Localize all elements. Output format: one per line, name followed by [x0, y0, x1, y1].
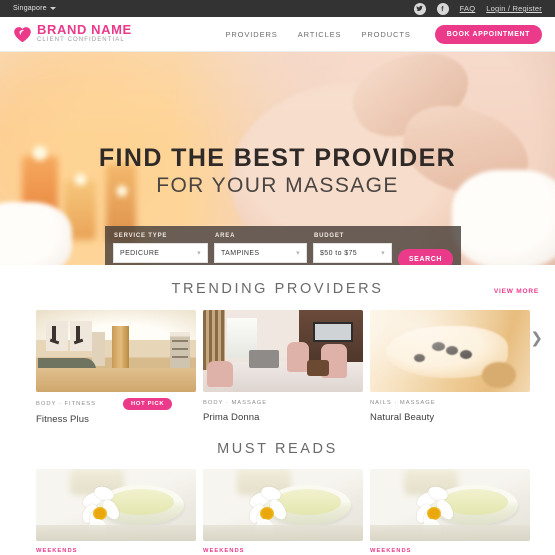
provider-thumbnail — [203, 310, 363, 392]
area-select[interactable]: TAMPINES ▾ — [214, 243, 307, 263]
provider-meta: BODY · FITNESS HOT PICK — [36, 398, 196, 410]
location-label: Singapore — [13, 5, 47, 12]
twitter-icon[interactable] — [413, 2, 426, 15]
article-list: WEEKENDS 10 Best Places To Go Pamper You… — [0, 457, 555, 555]
heart-icon — [13, 25, 32, 44]
hero-title: FIND THE BEST PROVIDER — [98, 144, 457, 172]
provider-thumbnail — [36, 310, 196, 392]
chevron-down-icon — [49, 7, 56, 10]
article-card[interactable]: WEEKENDS 10 Best Places To Go Pamper You… — [370, 469, 530, 555]
provider-category: BODY · FITNESS — [36, 401, 96, 407]
provider-thumbnail — [370, 310, 530, 392]
chevron-down-icon: ▾ — [197, 250, 201, 257]
brand-text: BRAND NAME CLIENT CONFIDENTIAL — [37, 23, 132, 45]
status-badge: HOT PICK — [122, 398, 173, 410]
nav-item-products[interactable]: PRODUCTS — [361, 30, 410, 39]
trending-section-header: TRENDING PROVIDERS VIEW MORE — [0, 265, 555, 297]
provider-name: Prima Donna — [203, 412, 260, 423]
budget-field: BUDGET $50 to $75 ▾ — [313, 233, 392, 263]
facebook-icon[interactable] — [436, 2, 449, 15]
area-field: AREA TAMPINES ▾ — [214, 233, 307, 263]
page-title: TRENDING PROVIDERS — [171, 281, 384, 297]
article-thumbnail — [203, 469, 363, 541]
chevron-right-icon[interactable]: ❯ — [530, 331, 543, 346]
view-more-link[interactable]: VIEW MORE — [494, 288, 539, 295]
search-button[interactable]: SEARCH — [398, 249, 453, 265]
provider-name: Natural Beauty — [370, 412, 435, 423]
book-appointment-button[interactable]: BOOK APPOINTMENT — [434, 24, 542, 44]
service-type-value: PEDICURE — [120, 249, 160, 257]
provider-carousel: ❮ BODY · FITNES — [0, 297, 555, 425]
provider-meta: NAILS · MASSAGE — [370, 398, 530, 408]
provider-card[interactable]: NAILS · MASSAGE Natural Beauty — [370, 310, 530, 425]
search-panel: SERVICE TYPE PEDICURE ▾ AREA TAMPINES ▾ … — [105, 226, 461, 265]
hero-subtitle: FOR YOUR MASSAGE — [156, 174, 399, 197]
topbar-right-group: FAQ Login / Register — [413, 2, 542, 15]
chevron-down-icon: ▾ — [381, 250, 385, 257]
budget-select[interactable]: $50 to $75 ▾ — [313, 243, 392, 263]
provider-category: NAILS · MASSAGE — [370, 400, 436, 406]
provider-category: BODY · MASSAGE — [203, 400, 268, 406]
brand-name: BRAND NAME — [37, 22, 132, 37]
site-header: BRAND NAME CLIENT CONFIDENTIAL PROVIDERS… — [0, 17, 555, 52]
login-register-link[interactable]: Login / Register — [486, 4, 542, 13]
service-type-select[interactable]: PEDICURE ▾ — [113, 243, 208, 263]
must-reads-section-header: MUST READS — [0, 425, 555, 457]
area-label: AREA — [215, 233, 236, 239]
article-card[interactable]: WEEKENDS 10 Best Places To Go Pamper You… — [36, 469, 196, 555]
budget-label: BUDGET — [314, 233, 345, 239]
nav-item-articles[interactable]: ARTICLES — [298, 30, 342, 39]
chevron-down-icon: ▾ — [296, 250, 300, 257]
area-value: TAMPINES — [221, 249, 260, 257]
page-title: MUST READS — [217, 441, 338, 457]
service-type-label: SERVICE TYPE — [114, 233, 168, 239]
service-type-field: SERVICE TYPE PEDICURE ▾ — [113, 233, 208, 263]
nav-item-providers[interactable]: PROVIDERS — [225, 30, 277, 39]
provider-name: Fitness Plus — [36, 414, 89, 425]
article-thumbnail — [36, 469, 196, 541]
budget-value: $50 to $75 — [320, 249, 358, 257]
top-utility-bar: Singapore FAQ Login / Register — [0, 0, 555, 17]
main-nav: PROVIDERS ARTICLES PRODUCTS BOOK APPOINT… — [225, 24, 542, 44]
brand-tagline: CLIENT CONFIDENTIAL — [37, 37, 125, 43]
location-selector[interactable]: Singapore — [13, 5, 56, 12]
page-root: Singapore FAQ Login / Register BRAND NAM… — [0, 0, 555, 555]
logo[interactable]: BRAND NAME CLIENT CONFIDENTIAL — [13, 23, 132, 45]
article-thumbnail — [370, 469, 530, 541]
hero-banner: FIND THE BEST PROVIDER FOR YOUR MASSAGE … — [0, 52, 555, 265]
faq-link[interactable]: FAQ — [460, 4, 476, 13]
provider-meta: BODY · MASSAGE — [203, 398, 363, 408]
provider-card[interactable]: BODY · FITNESS HOT PICK Fitness Plus — [36, 310, 196, 425]
provider-card[interactable]: BODY · MASSAGE Prima Donna — [203, 310, 363, 425]
article-card[interactable]: WEEKENDS 10 Best Places To Go Pamper You… — [203, 469, 363, 555]
